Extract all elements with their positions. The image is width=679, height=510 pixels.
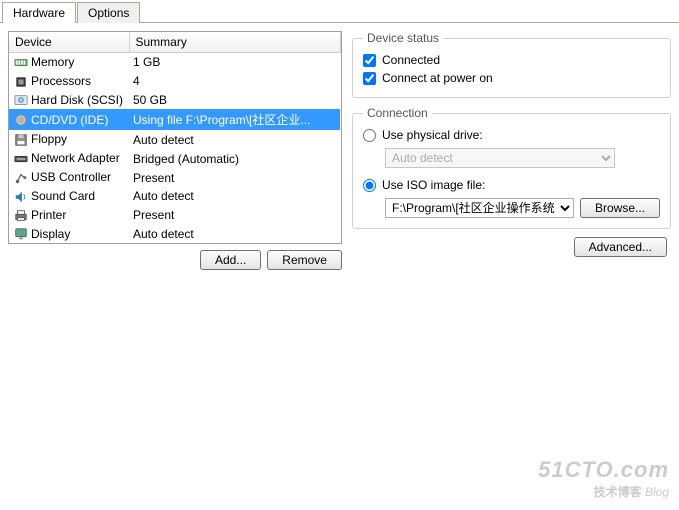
- browse-button[interactable]: Browse...: [580, 198, 660, 218]
- device-icon: [13, 113, 31, 127]
- table-row[interactable]: CD/DVD (IDE) Using file F:\Program\[社区企业.…: [9, 109, 340, 130]
- connection-legend: Connection: [363, 106, 432, 120]
- table-row[interactable]: Display Auto detect: [9, 225, 340, 244]
- table-row[interactable]: Printer Present: [9, 206, 340, 225]
- device-summary: Present: [129, 168, 340, 187]
- device-status-group: Device status Connected Connect at power…: [352, 31, 671, 98]
- iso-path-select[interactable]: F:\Program\[社区企业操作系统: [385, 198, 574, 218]
- column-summary[interactable]: Summary: [129, 32, 340, 53]
- device-icon: [13, 93, 31, 107]
- use-physical-drive-label: Use physical drive:: [382, 128, 483, 142]
- table-row[interactable]: Memory 1 GB: [9, 53, 340, 72]
- table-row[interactable]: Sound Card Auto detect: [9, 187, 340, 206]
- device-icon: [13, 208, 31, 222]
- device-icon: [13, 55, 31, 69]
- device-icon: [13, 170, 31, 184]
- device-icon: [13, 151, 31, 165]
- device-summary: Auto detect: [129, 187, 340, 206]
- device-name: Network Adapter: [31, 151, 120, 165]
- device-name: USB Controller: [31, 170, 111, 184]
- device-status-legend: Device status: [363, 31, 443, 45]
- connected-checkbox[interactable]: [363, 54, 376, 67]
- device-icon: [13, 74, 31, 88]
- device-icon: [13, 189, 31, 203]
- device-name: CD/DVD (IDE): [31, 113, 108, 127]
- device-name: Hard Disk (SCSI): [31, 93, 123, 107]
- device-name: Display: [31, 227, 70, 241]
- connect-at-power-on-label: Connect at power on: [382, 71, 493, 85]
- connection-group: Connection Use physical drive: Auto dete…: [352, 106, 671, 229]
- use-iso-image-radio[interactable]: [363, 179, 376, 192]
- device-name: Processors: [31, 74, 91, 88]
- device-name: Sound Card: [31, 189, 95, 203]
- table-row[interactable]: Network Adapter Bridged (Automatic): [9, 149, 340, 168]
- tab-hardware[interactable]: Hardware: [2, 2, 76, 23]
- connected-label: Connected: [382, 53, 440, 67]
- table-row[interactable]: Hard Disk (SCSI) 50 GB: [9, 91, 340, 110]
- device-name: Memory: [31, 55, 74, 69]
- device-summary: Bridged (Automatic): [129, 149, 340, 168]
- device-summary: Present: [129, 206, 340, 225]
- device-summary: 1 GB: [129, 53, 340, 72]
- device-name: Printer: [31, 208, 66, 222]
- column-device[interactable]: Device: [9, 32, 129, 53]
- remove-button[interactable]: Remove: [267, 250, 342, 270]
- device-name: Floppy: [31, 132, 67, 146]
- add-button[interactable]: Add...: [200, 250, 261, 270]
- device-summary: Using file F:\Program\[社区企业...: [129, 109, 340, 130]
- device-summary: 4: [129, 72, 340, 91]
- table-row[interactable]: Floppy Auto detect: [9, 130, 340, 149]
- watermark: 51CTO.com 技术博客 Blog: [538, 457, 669, 500]
- table-row[interactable]: USB Controller Present: [9, 168, 340, 187]
- use-iso-image-label: Use ISO image file:: [382, 178, 485, 192]
- device-table: Device Summary Memory1 GBProcessors4Hard…: [8, 31, 342, 244]
- advanced-button[interactable]: Advanced...: [574, 237, 667, 257]
- device-summary: Auto detect: [129, 225, 340, 244]
- table-row[interactable]: Processors 4: [9, 72, 340, 91]
- physical-drive-select[interactable]: Auto detect: [385, 148, 615, 168]
- connect-at-power-on-checkbox[interactable]: [363, 72, 376, 85]
- use-physical-drive-radio[interactable]: [363, 129, 376, 142]
- device-icon: [13, 132, 31, 146]
- device-summary: 50 GB: [129, 91, 340, 110]
- device-icon: [13, 227, 31, 241]
- tab-options[interactable]: Options: [77, 2, 140, 23]
- device-summary: Auto detect: [129, 130, 340, 149]
